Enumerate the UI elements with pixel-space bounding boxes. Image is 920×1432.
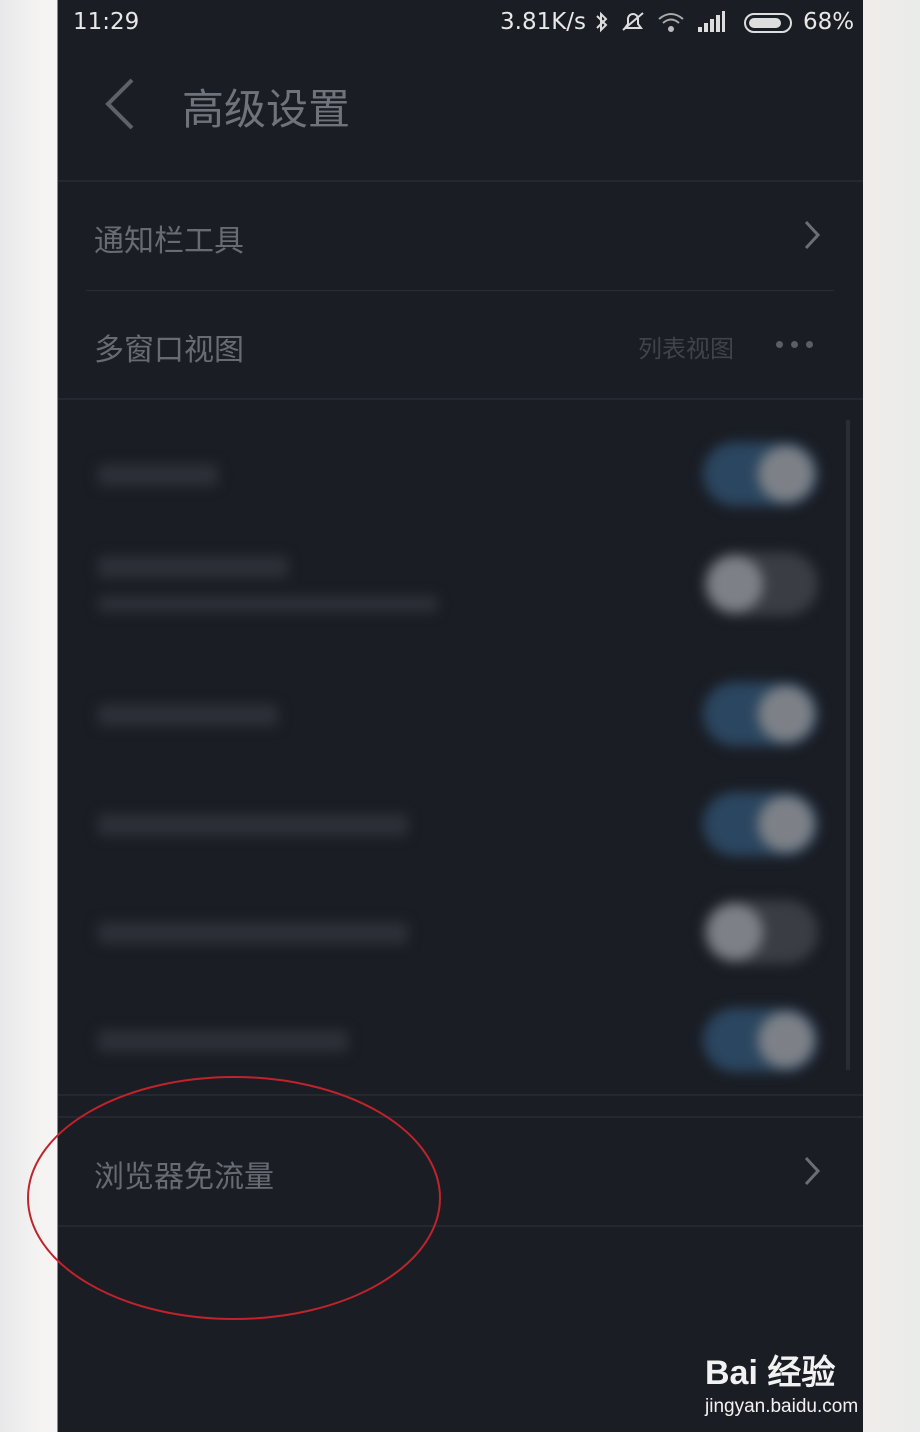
wifi-icon	[658, 13, 684, 32]
setting-notification-tools[interactable]: 通知栏工具	[58, 182, 863, 290]
setting-value: 列表视图	[638, 335, 734, 363]
blurred-toggle-row[interactable]	[58, 420, 848, 528]
setting-label: 通知栏工具	[94, 224, 244, 259]
toggle-switch[interactable]	[703, 792, 818, 856]
toggle-switch[interactable]	[703, 900, 818, 964]
chevron-right-icon	[804, 220, 821, 250]
bluetooth-icon	[596, 11, 608, 33]
watermark-url: jingyan.baidu.com	[705, 1396, 859, 1417]
setting-label: 浏览器免流量	[94, 1160, 274, 1195]
status-icons	[594, 10, 726, 34]
toggle-switch[interactable]	[703, 1008, 818, 1072]
more-dots-icon	[776, 341, 813, 348]
blurred-toggle-row[interactable]	[58, 986, 848, 1094]
blurred-toggle-row[interactable]	[58, 660, 848, 768]
setting-multi-window[interactable]: 多窗口视图 列表视图	[58, 291, 863, 399]
page-title: 高级设置	[182, 85, 351, 134]
watermark-brand: Bai 经验	[705, 1354, 836, 1392]
network-speed: 3.81K/s	[500, 9, 587, 35]
blurred-toggle-row[interactable]	[58, 878, 848, 986]
phone-screen: 11:29 3.81K/s 68% 高级设置 通知栏工具 多窗口视图 列表视图	[58, 0, 863, 1432]
blurred-toggle-row[interactable]	[58, 770, 848, 878]
scrollbar[interactable]	[846, 420, 850, 1070]
section-divider	[58, 398, 863, 400]
toggle-switch[interactable]	[703, 442, 818, 506]
section-divider	[58, 1094, 863, 1096]
setting-label: 多窗口视图	[94, 333, 244, 368]
battery-icon	[744, 13, 792, 33]
watermark: Bai 经验 jingyan.baidu.com	[705, 1345, 858, 1418]
app-header: 高级设置	[58, 48, 863, 158]
battery-percent: 68%	[803, 9, 855, 35]
setting-browser-data-free[interactable]: 浏览器免流量	[58, 1118, 863, 1226]
toggle-switch[interactable]	[703, 682, 818, 746]
toggle-switch[interactable]	[703, 552, 818, 616]
chevron-right-icon	[804, 1156, 821, 1186]
signal-icon	[698, 11, 725, 32]
chevron-left-icon[interactable]	[100, 76, 140, 132]
status-time: 11:29	[73, 9, 140, 35]
section-divider	[58, 1225, 863, 1227]
blurred-settings-section	[58, 420, 848, 1080]
status-bar: 11:29 3.81K/s 68%	[58, 0, 863, 48]
blurred-toggle-row[interactable]	[58, 530, 848, 638]
mute-icon	[622, 12, 644, 31]
